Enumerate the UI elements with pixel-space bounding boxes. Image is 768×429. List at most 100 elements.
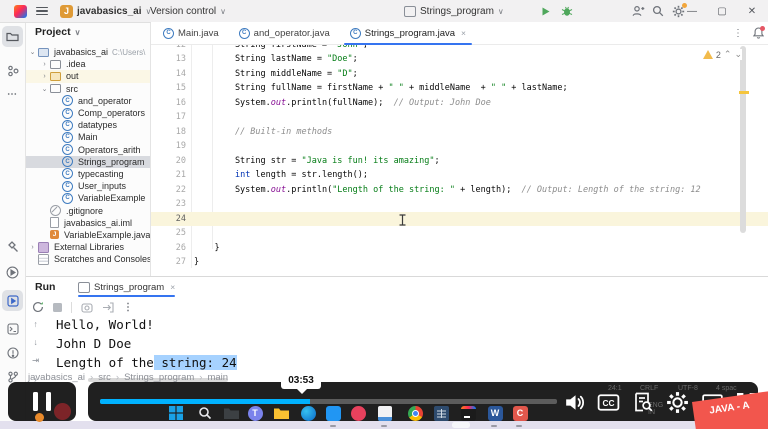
code-line-18[interactable]: 18 // Built-in methods	[151, 125, 768, 140]
code-line-12[interactable]: 12 String firstName = "John";	[151, 44, 768, 52]
taskbar-teams-icon[interactable]: T	[247, 405, 263, 421]
notifications-button[interactable]	[753, 26, 765, 39]
taskbar-pink-app-icon[interactable]	[350, 405, 366, 421]
progress-bar[interactable]	[100, 399, 557, 404]
chevron-icon[interactable]: ›	[29, 244, 36, 251]
code-line-17[interactable]: 17	[151, 110, 768, 125]
taskbar-folder-icon[interactable]	[223, 405, 239, 421]
code-line-22[interactable]: 22 System.out.println("Length of the str…	[151, 183, 768, 198]
console-settings-button[interactable]	[81, 302, 93, 313]
run-tab[interactable]: Strings_program ×	[78, 279, 176, 297]
taskbar-search-icon[interactable]	[197, 405, 213, 421]
tool-terminal-button[interactable]	[2, 318, 23, 339]
code-line-23[interactable]: 23	[151, 197, 768, 212]
chevron-icon[interactable]: ⌄	[41, 85, 48, 93]
search-everywhere-button[interactable]	[652, 0, 664, 22]
scroll-down-icon[interactable]: ↓	[33, 337, 37, 347]
app-logo[interactable]	[14, 0, 27, 22]
main-menu-button[interactable]	[36, 0, 48, 22]
transcript-button[interactable]	[629, 388, 657, 416]
tree-item-typecasting[interactable]: Ctypecasting	[26, 168, 150, 180]
taskbar-blue-app-icon[interactable]	[325, 405, 341, 421]
editor-scrollbar[interactable]	[740, 46, 746, 233]
taskbar-intellij-icon[interactable]	[460, 405, 476, 421]
taskbar-excel-icon[interactable]	[433, 405, 449, 421]
volume-button[interactable]	[560, 388, 588, 416]
taskbar-windows-icon[interactable]	[168, 405, 184, 421]
tree-item-src[interactable]: ⌄ src	[26, 83, 150, 95]
project-panel-header[interactable]: Project ∨	[35, 26, 80, 38]
tree-item-main[interactable]: C Main	[26, 131, 150, 143]
taskbar-word-icon[interactable]: W	[487, 405, 503, 421]
code-line-20[interactable]: 20 String str = "Java is fun! its amazin…	[151, 154, 768, 169]
project-selector[interactable]: J javabasics_ai ∨	[60, 0, 151, 22]
code-editor[interactable]: 12 String firstName = "John"; 13 String l…	[151, 44, 768, 276]
rerun-button[interactable]	[32, 301, 44, 313]
vcs-menu[interactable]: Version control ∨	[150, 0, 226, 22]
settings-button[interactable]	[664, 388, 692, 416]
minimize-button[interactable]: —	[678, 0, 706, 22]
tree-item-variableexample[interactable]: C VariableExample	[26, 192, 150, 204]
code-line-14[interactable]: 14 String middleName = "D";	[151, 67, 768, 82]
tool-run-button[interactable]	[2, 290, 23, 311]
scroll-up-icon[interactable]: ↑	[33, 319, 37, 329]
add-user-button[interactable]	[632, 0, 645, 22]
tool-problems-button[interactable]	[2, 342, 23, 363]
tool-commit-button[interactable]	[2, 60, 23, 81]
tree-item-javabasics-ai[interactable]: ⌄ javabasics_ai C:\Users\	[26, 46, 150, 58]
more-tools-button[interactable]: ⋯	[2, 84, 23, 105]
debug-button[interactable]	[561, 0, 573, 22]
taskbar-chrome-icon[interactable]	[407, 405, 423, 421]
code-line-25[interactable]: 25	[151, 226, 768, 241]
taskbar-files-icon[interactable]	[273, 405, 289, 421]
tree-item-gitignore[interactable]: .gitignore	[26, 204, 150, 217]
taskbar-onenote-icon[interactable]	[377, 405, 393, 421]
tree-item-javabasics-ai-iml[interactable]: javabasics_ai.iml	[26, 217, 150, 229]
next-warning-icon[interactable]: ⌄	[734, 49, 742, 60]
tab-options-button[interactable]: ⋮	[733, 28, 743, 39]
code-line-27[interactable]: 27}	[151, 255, 768, 270]
tab-and-operator-java[interactable]: Cand_operator.java	[229, 22, 340, 44]
close-icon[interactable]: ×	[170, 282, 175, 292]
code-line-24[interactable]: 24	[151, 211, 768, 226]
inspection-widget[interactable]: 2 ⌃ ⌄	[702, 49, 742, 60]
maximize-button[interactable]: ▢	[708, 0, 736, 22]
tree-item-datatypes[interactable]: Cdatatypes	[26, 119, 150, 131]
tool-services-button[interactable]	[2, 262, 23, 283]
tree-item-comp-operators[interactable]: C Comp_operators	[26, 107, 150, 119]
import-result-button[interactable]	[102, 301, 114, 313]
tree-item-strings-program[interactable]: C Strings_program	[26, 155, 150, 168]
tree-item-out[interactable]: › out	[26, 70, 150, 83]
tree-item-user-inputs[interactable]: C User_inputs	[26, 180, 150, 192]
chevron-icon[interactable]: ⌄	[29, 48, 36, 56]
tab-strings-program-java[interactable]: C Strings_program.java ×	[340, 22, 476, 45]
soft-wrap-icon[interactable]: ⇥	[32, 355, 39, 366]
close-button[interactable]: ✕	[738, 0, 766, 22]
tree-item-operators-arith[interactable]: C Operators_arith	[26, 144, 150, 156]
captions-button[interactable]: CC	[595, 388, 623, 416]
taskbar-app-red-icon[interactable]	[54, 403, 71, 420]
code-line-16[interactable]: 16 System.out.println(fullName); // Outp…	[151, 96, 768, 111]
code-line-19[interactable]: 19	[151, 139, 768, 154]
chevron-icon[interactable]: ›	[41, 73, 48, 80]
tree-item-and-operator[interactable]: Cand_operator	[26, 95, 150, 107]
code-line-26[interactable]: 26 }	[151, 241, 768, 256]
tool-project-button[interactable]	[2, 26, 23, 47]
prev-warning-icon[interactable]: ⌃	[724, 49, 732, 60]
code-line-15[interactable]: 15 String fullName = firstName + " " + m…	[151, 81, 768, 96]
more-options-button[interactable]: ⋮	[123, 302, 133, 313]
taskbar-c-app-icon[interactable]: C	[512, 405, 528, 421]
close-icon[interactable]: ×	[461, 28, 466, 38]
tree-item-scratches-and-consoles[interactable]: Scratches and Consoles	[26, 253, 150, 265]
console-output[interactable]: Hello, World! John D Doe Length of the str…	[56, 317, 237, 374]
run-button[interactable]	[540, 0, 551, 22]
code-line-21[interactable]: 21 int length = str.length();	[151, 168, 768, 183]
taskbar-edge-icon[interactable]	[300, 405, 316, 421]
tool-build-button[interactable]	[2, 236, 23, 257]
tree-item-idea[interactable]: › .idea	[26, 58, 150, 70]
tree-item-variableexample-java[interactable]: J VariableExample.java	[26, 229, 150, 241]
chevron-icon[interactable]: ›	[41, 61, 48, 68]
tab-main-java[interactable]: C Main.java	[153, 22, 229, 44]
code-line-13[interactable]: 13 String lastName = "Doe";	[151, 52, 768, 67]
run-config-selector[interactable]: Strings_program ∨	[404, 0, 504, 22]
